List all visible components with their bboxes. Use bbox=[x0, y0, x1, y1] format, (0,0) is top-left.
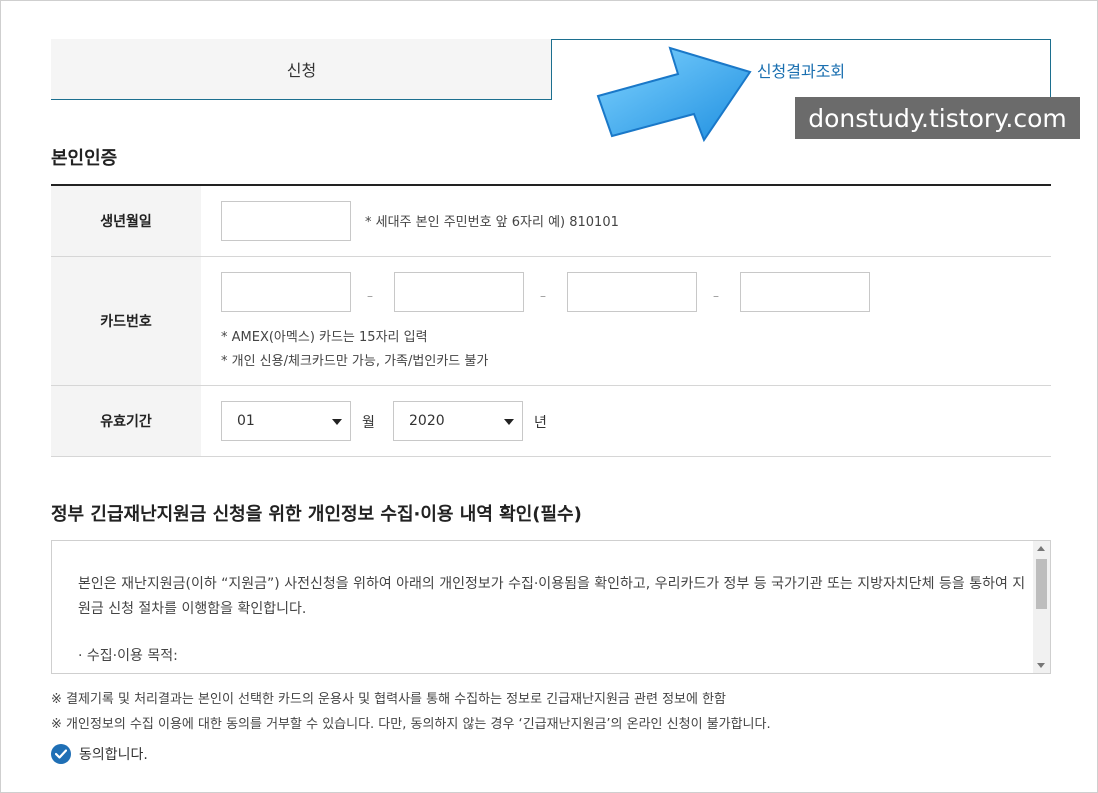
expiry-month-select[interactable]: 01 bbox=[221, 401, 351, 441]
privacy-section-title: 정부 긴급재난지원금 신청을 위한 개인정보 수집·이용 내역 확인(필수) bbox=[51, 504, 582, 525]
privacy-purpose-bullet: · 수집·이용 목적: bbox=[78, 648, 178, 664]
card-number-input-3[interactable] bbox=[567, 272, 697, 312]
scroll-up-icon[interactable] bbox=[1037, 546, 1045, 551]
tab-bar: 신청 신청결과조회 bbox=[51, 39, 1051, 100]
birth-row: 생년월일 * 세대주 본인 주민번호 앞 6자리 예) 810101 bbox=[51, 186, 1051, 257]
tab-apply[interactable]: 신청 bbox=[51, 39, 552, 100]
card-separator: – bbox=[713, 289, 719, 303]
note-payment-records: ※ 결제기록 및 처리결과는 본인이 선택한 카드의 운용사 및 협력사를 통해… bbox=[51, 692, 727, 707]
birth-date-input[interactable] bbox=[221, 201, 351, 241]
year-unit: 년 bbox=[534, 415, 547, 431]
card-number-input-4[interactable] bbox=[740, 272, 870, 312]
card-hint-amex: * AMEX(아멕스) 카드는 15자리 입력 bbox=[221, 330, 428, 345]
expiry-year-select[interactable]: 2020 bbox=[393, 401, 523, 441]
birth-hint: * 세대주 본인 주민번호 앞 6자리 예) 810101 bbox=[365, 215, 619, 230]
expiry-month-value: 01 bbox=[237, 413, 255, 429]
auth-form-table: 생년월일 * 세대주 본인 주민번호 앞 6자리 예) 810101 카드번호 … bbox=[51, 184, 1051, 457]
tab-apply-label: 신청 bbox=[286, 61, 317, 80]
card-label: 카드번호 bbox=[51, 257, 201, 385]
card-row: 카드번호 – – – * AMEX(아멕스) 카드는 15자리 입력 * 개인 … bbox=[51, 257, 1051, 386]
expiry-label: 유효기간 bbox=[51, 386, 201, 456]
chevron-down-icon bbox=[504, 419, 514, 425]
arrow-annotation-icon bbox=[596, 46, 752, 143]
scroll-thumb[interactable] bbox=[1036, 559, 1047, 609]
privacy-terms-box[interactable]: 본인은 재난지원금(이하 “지원금”) 사전신청을 위하여 아래의 개인정보가 … bbox=[51, 540, 1051, 674]
note-consent-refusal: ※ 개인정보의 수집 이용에 대한 동의를 거부할 수 있습니다. 다만, 동의… bbox=[51, 717, 771, 732]
expiry-row: 유효기간 01 월 2020 년 bbox=[51, 386, 1051, 457]
card-hint-personal: * 개인 신용/체크카드만 가능, 가족/법인카드 불가 bbox=[221, 354, 489, 369]
birth-label: 생년월일 bbox=[51, 186, 201, 256]
agree-label: 동의합니다. bbox=[79, 747, 148, 763]
tab-result-label: 신청결과조회 bbox=[756, 62, 846, 81]
card-number-input-1[interactable] bbox=[221, 272, 351, 312]
card-separator: – bbox=[367, 289, 373, 303]
auth-section-title: 본인인증 bbox=[51, 148, 118, 169]
chevron-down-icon bbox=[332, 419, 342, 425]
agree-checkbox[interactable]: 동의합니다. bbox=[51, 744, 148, 764]
card-separator: – bbox=[540, 289, 546, 303]
watermark-label: donstudy.tistory.com bbox=[795, 97, 1080, 139]
privacy-scrollbar[interactable] bbox=[1033, 541, 1050, 673]
card-number-input-2[interactable] bbox=[394, 272, 524, 312]
expiry-year-value: 2020 bbox=[409, 413, 445, 429]
privacy-body-text: 본인은 재난지원금(이하 “지원금”) 사전신청을 위하여 아래의 개인정보가 … bbox=[78, 576, 1026, 617]
scroll-down-icon[interactable] bbox=[1037, 663, 1045, 668]
check-circle-icon bbox=[51, 744, 71, 764]
month-unit: 월 bbox=[362, 415, 375, 431]
